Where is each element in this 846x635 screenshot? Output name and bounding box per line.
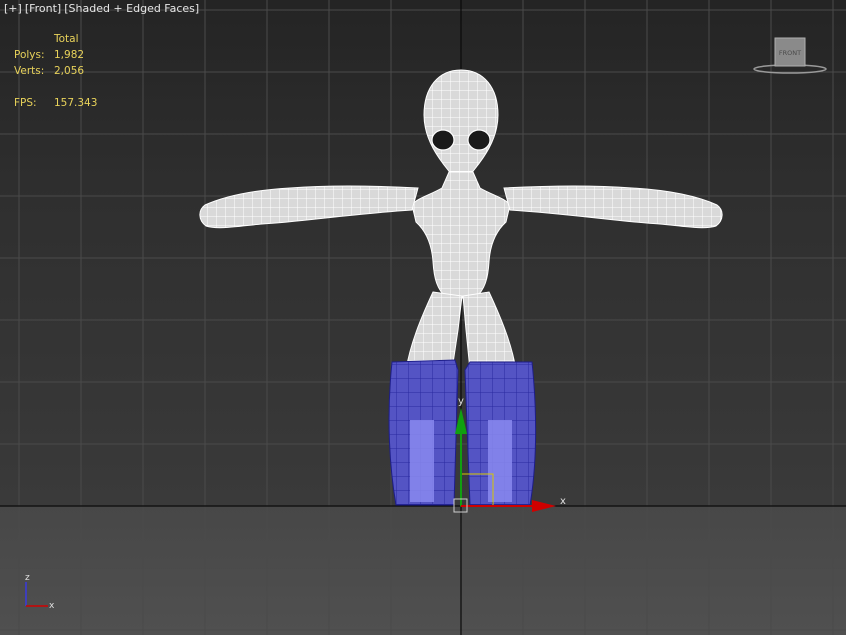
gizmo-plane-handle <box>460 473 494 507</box>
move-gizmo[interactable]: x y <box>0 0 846 635</box>
viewcube[interactable]: FRONT <box>752 36 828 76</box>
viewport-menu: [+] [Front] [Shaded + Edged Faces] <box>4 2 199 15</box>
viewport-shading-menu[interactable]: [Shaded + Edged Faces] <box>64 2 199 15</box>
fps-label: FPS: <box>14 97 37 109</box>
polys-label: Polys: <box>14 49 45 61</box>
world-axis-tripod: z x <box>25 573 55 611</box>
tripod-z-label: z <box>25 573 30 583</box>
gizmo-y-arrow <box>455 408 467 434</box>
viewport-general-menu[interactable]: [+] <box>4 2 22 15</box>
verts-value: 2,056 <box>54 65 85 77</box>
fps-value: 157.343 <box>54 97 98 109</box>
stats-header: Total <box>54 33 79 45</box>
polys-value: 1,982 <box>54 49 85 61</box>
tripod-x-label: x <box>49 601 55 611</box>
front-viewport[interactable]: x y [+] [Front] [Shaded + Edged Faces] T… <box>0 0 846 635</box>
gizmo-y-label: y <box>458 396 464 407</box>
verts-label: Verts: <box>14 65 45 77</box>
gizmo-x-label: x <box>560 496 566 507</box>
viewcube-label: FRONT <box>779 49 801 57</box>
viewport-point-of-view-menu[interactable]: [Front] <box>25 2 61 15</box>
gizmo-x-arrow <box>532 500 556 512</box>
